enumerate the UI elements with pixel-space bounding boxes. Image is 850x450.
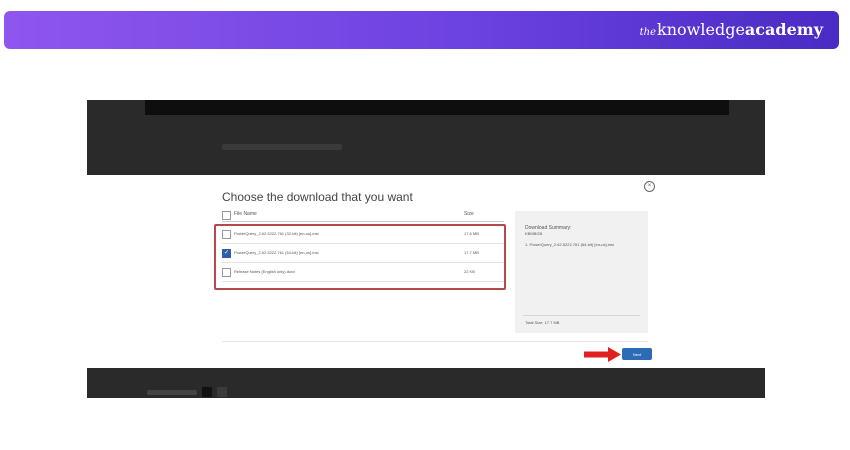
column-header-size: Size bbox=[464, 211, 474, 217]
summary-divider bbox=[523, 315, 640, 316]
social-icon bbox=[217, 387, 227, 397]
page-top-strip bbox=[145, 100, 729, 115]
social-icon bbox=[202, 387, 212, 397]
download-summary-panel: Download Summary: KBMBGB 1. PowerQuery_2… bbox=[515, 211, 648, 333]
file-list-highlight-box bbox=[214, 224, 506, 290]
select-all-checkbox[interactable] bbox=[222, 211, 231, 220]
close-icon[interactable]: × bbox=[644, 181, 655, 192]
brand-prefix: the bbox=[639, 27, 657, 38]
brand-word-knowledge: knowledge bbox=[657, 20, 745, 39]
summary-total-size: Total Size: 17.7 MB bbox=[525, 320, 560, 325]
download-page-screenshot: Choose the download that you want × File… bbox=[87, 100, 765, 398]
next-button[interactable]: Next bbox=[622, 348, 652, 360]
brand-logo: theknowledgeacademy bbox=[640, 20, 823, 43]
header-divider bbox=[222, 221, 504, 222]
red-arrow-icon bbox=[584, 347, 621, 362]
column-header-file-name: File Name bbox=[234, 211, 257, 217]
brand-banner: theknowledgeacademy bbox=[4, 11, 839, 49]
dimmed-header-text bbox=[222, 144, 342, 150]
dialog-title: Choose the download that you want bbox=[222, 190, 413, 204]
summary-subtitle: KBMBGB bbox=[525, 231, 543, 236]
summary-item: 1. PowerQuery_2.62.5222.761 (64-bit) [en… bbox=[525, 242, 614, 247]
dimmed-footer-text bbox=[147, 390, 197, 395]
brand-word-academy: academy bbox=[744, 20, 823, 39]
dialog-footer-divider bbox=[222, 341, 648, 342]
